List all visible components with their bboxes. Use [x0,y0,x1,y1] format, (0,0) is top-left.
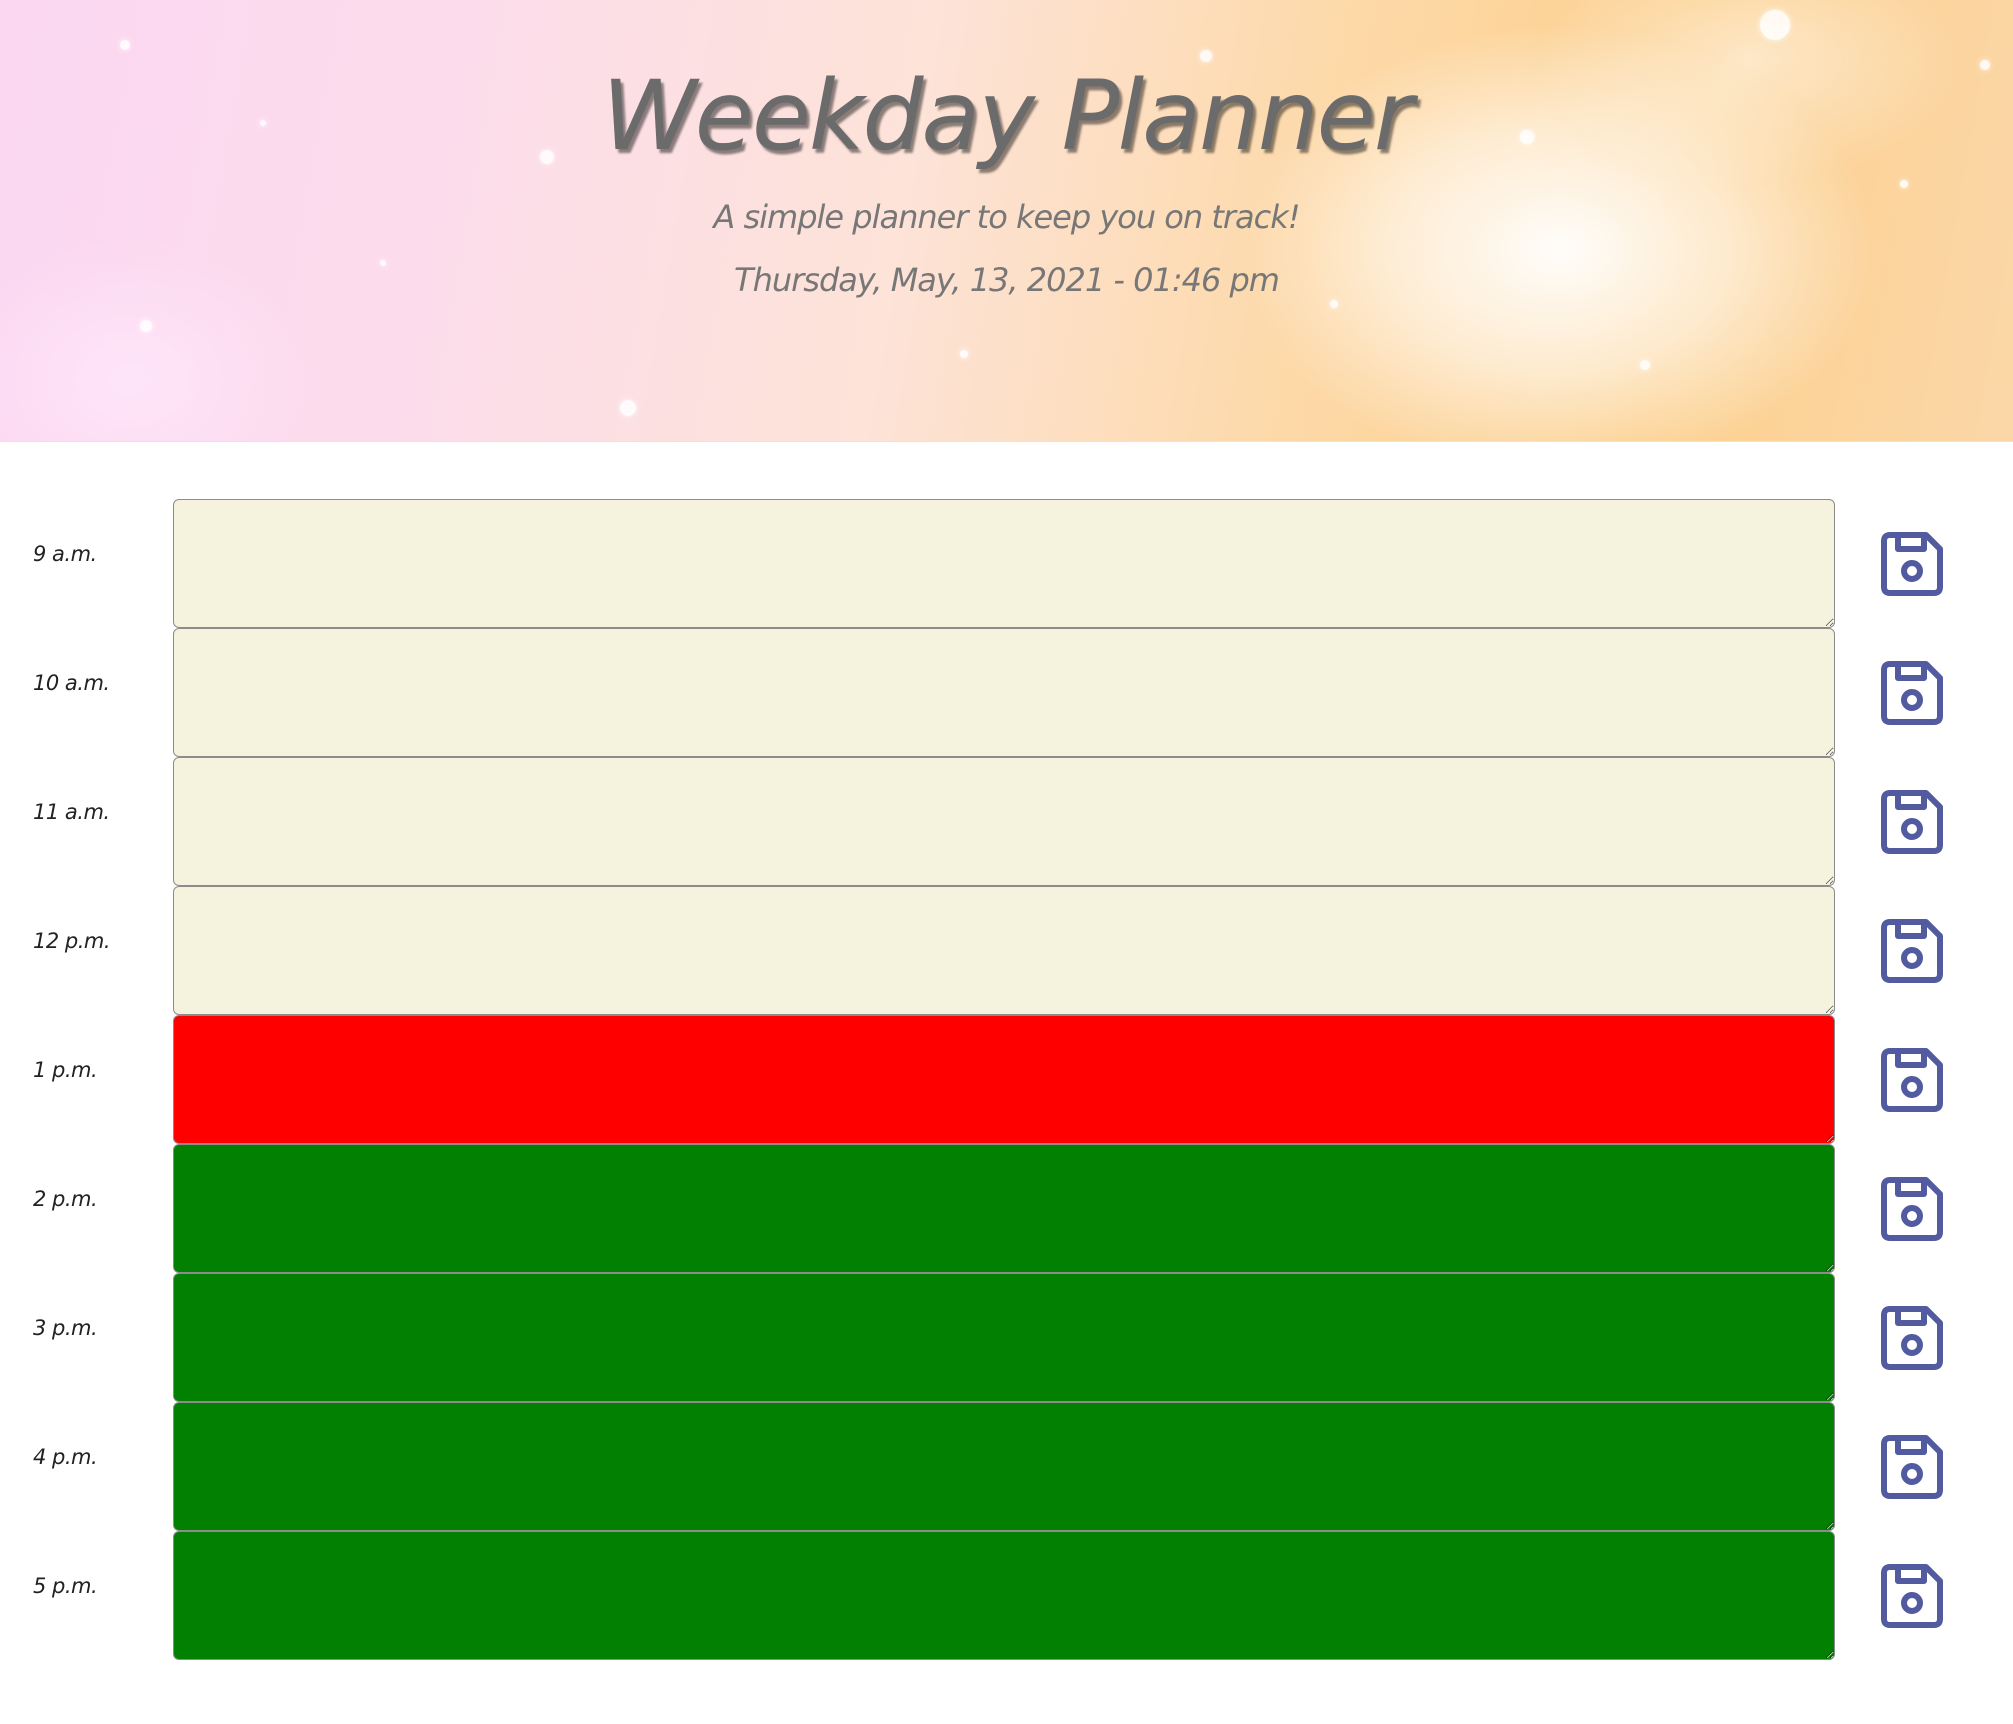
floppy-disk-icon [1880,531,1944,597]
sparkle-decoration [140,320,152,332]
page-title: Weekday Planner [601,60,1413,172]
hour-label: 3 p.m. [33,1316,98,1340]
floppy-disk-icon [1880,1563,1944,1629]
event-description-textarea[interactable] [173,1144,1835,1273]
floppy-disk-icon [1880,1305,1944,1371]
event-description-textarea[interactable] [173,1531,1835,1660]
event-description-textarea[interactable] [173,886,1835,1015]
event-description-textarea[interactable] [173,757,1835,886]
floppy-disk-icon [1880,918,1944,984]
save-button[interactable] [1872,654,1952,732]
save-button[interactable] [1872,1428,1952,1506]
sparkle-decoration [620,400,636,416]
hour-label: 2 p.m. [33,1187,98,1211]
floppy-disk-icon [1880,1047,1944,1113]
sparkle-decoration [1760,10,1790,40]
event-description-textarea[interactable] [173,1402,1835,1531]
floppy-disk-icon [1880,789,1944,855]
time-block-row: 11 a.m. [0,757,2013,886]
time-block-row: 3 p.m. [0,1273,2013,1402]
hour-label: 5 p.m. [33,1574,98,1598]
save-button[interactable] [1872,1041,1952,1119]
floppy-disk-icon [1880,1434,1944,1500]
event-description-textarea[interactable] [173,1015,1835,1144]
hour-label: 4 p.m. [33,1445,98,1469]
sparkle-decoration [1640,360,1650,370]
time-block-row: 9 a.m. [0,499,2013,628]
header-banner: Weekday Planner A simple planner to keep… [0,0,2013,442]
event-description-textarea[interactable] [173,1273,1835,1402]
sparkle-decoration [120,40,130,50]
event-description-textarea[interactable] [173,628,1835,757]
planner-container: 9 a.m. 10 a.m. 11 a.m. 12 p.m. 1 p.m. 2 … [0,499,2013,1660]
save-button[interactable] [1872,1557,1952,1635]
hour-label: 9 a.m. [33,542,97,566]
save-button[interactable] [1872,783,1952,861]
current-datetime: Thursday, May, 13, 2021 - 01:46 pm [734,261,1280,299]
time-block-row: 5 p.m. [0,1531,2013,1660]
time-block-row: 12 p.m. [0,886,2013,1015]
hour-label: 10 a.m. [33,671,110,695]
sparkle-decoration [1900,180,1908,188]
save-button[interactable] [1872,525,1952,603]
time-block-row: 4 p.m. [0,1402,2013,1531]
time-block-row: 2 p.m. [0,1144,2013,1273]
hour-label: 1 p.m. [33,1058,98,1082]
hour-label: 11 a.m. [33,800,110,824]
time-block-row: 1 p.m. [0,1015,2013,1144]
page-subtitle: A simple planner to keep you on track! [713,198,1300,236]
save-button[interactable] [1872,912,1952,990]
time-block-row: 10 a.m. [0,628,2013,757]
sparkle-decoration [960,350,968,358]
save-button[interactable] [1872,1299,1952,1377]
hour-label: 12 p.m. [33,929,111,953]
event-description-textarea[interactable] [173,499,1835,628]
save-button[interactable] [1872,1170,1952,1248]
floppy-disk-icon [1880,1176,1944,1242]
floppy-disk-icon [1880,660,1944,726]
sparkle-decoration [1330,300,1338,308]
